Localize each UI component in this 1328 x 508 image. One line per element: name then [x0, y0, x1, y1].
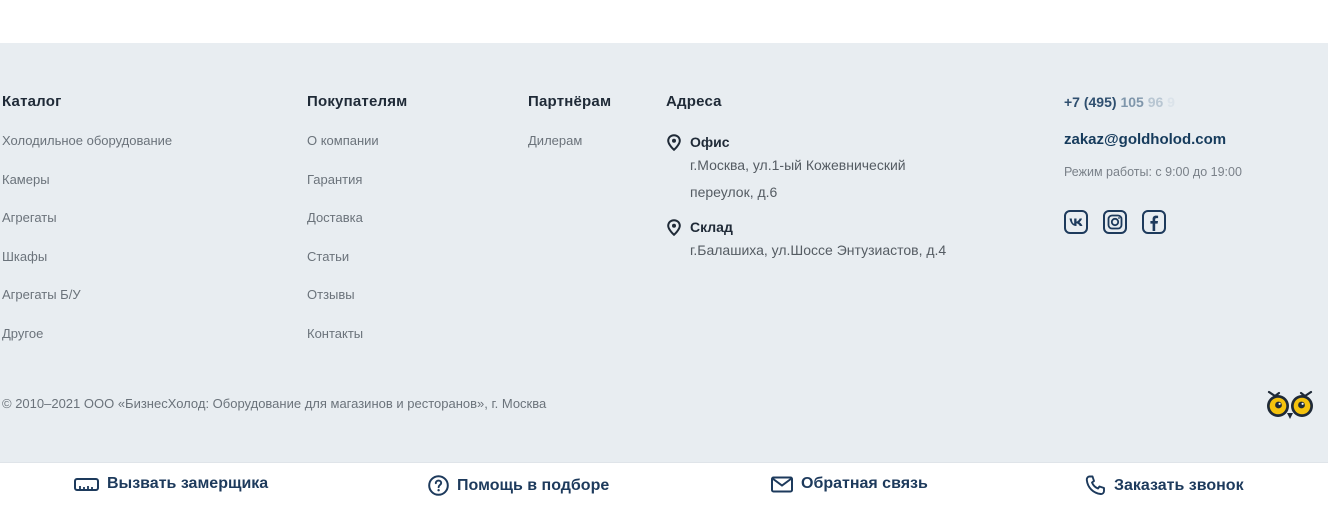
- partners-link-dealers[interactable]: Дилерам: [528, 132, 611, 171]
- office-address-line1: г.Москва, ул.1-ый Кожевнический: [690, 157, 906, 173]
- addresses-heading: Адреса: [666, 93, 722, 110]
- office-label: Офис: [690, 134, 730, 150]
- phone-part: 9: [1167, 94, 1175, 110]
- ruler-icon: [74, 478, 99, 491]
- bottom-action-bar: Вызвать замерщика Помощь в подборе Обрат…: [0, 462, 1328, 508]
- location-pin-icon: [667, 134, 681, 151]
- buyers-link-articles[interactable]: Статьи: [307, 248, 407, 287]
- feedback-label: Обратная связь: [801, 475, 928, 492]
- footer-column-buyers: Покупателям О компании Гарантия Доставка…: [307, 93, 407, 363]
- vk-icon[interactable]: [1064, 210, 1088, 234]
- buyers-link-warranty[interactable]: Гарантия: [307, 171, 407, 210]
- buyers-link-delivery[interactable]: Доставка: [307, 209, 407, 248]
- instagram-icon[interactable]: [1103, 210, 1127, 234]
- phone-part: +7 (495): [1064, 94, 1117, 110]
- warehouse-label: Склад: [690, 219, 733, 235]
- copyright-text: © 2010–2021 ООО «БизнесХолод: Оборудован…: [2, 396, 547, 411]
- catalog-link-refrigeration[interactable]: Холодильное оборудование: [2, 132, 172, 171]
- envelope-icon: [771, 476, 793, 492]
- catalog-heading: Каталог: [2, 93, 62, 110]
- owl-logo-icon: [1267, 390, 1313, 419]
- site-footer: Каталог Холодильное оборудование Камеры …: [0, 43, 1328, 462]
- feedback-button[interactable]: Обратная связь: [771, 475, 928, 493]
- call-measurer-button[interactable]: Вызвать замерщика: [74, 475, 268, 493]
- catalog-link-used-units[interactable]: Агрегаты Б/У: [2, 286, 172, 325]
- help-selection-button[interactable]: Помощь в подборе: [428, 475, 609, 496]
- phone-part: 96: [1147, 94, 1164, 110]
- warehouse-address-line1: г.Балашиха, ул.Шоссе Энтузиастов, д.4: [690, 242, 947, 258]
- phone-part: 105: [1120, 94, 1144, 110]
- location-pin-icon: [667, 219, 681, 236]
- footer-column-addresses: Адреса Офис г.Москва, ул.1-ый Кожевничес…: [666, 93, 1026, 275]
- partners-heading: Партнёрам: [528, 93, 612, 110]
- phone-number[interactable]: +7 (495) 105 96 9: [1064, 93, 1324, 111]
- call-measurer-label: Вызвать замерщика: [107, 475, 269, 492]
- catalog-link-other[interactable]: Другое: [2, 325, 172, 364]
- social-links: [1064, 210, 1324, 234]
- footer-column-partners: Партнёрам Дилерам: [528, 93, 611, 171]
- order-callback-label: Заказать звонок: [1114, 476, 1244, 494]
- warehouse-address: Склад г.Балашиха, ул.Шоссе Энтузиастов, …: [666, 217, 1026, 264]
- buyers-heading: Покупателям: [307, 93, 408, 110]
- phone-icon: [1085, 475, 1105, 495]
- page-top-area: [0, 0, 1328, 43]
- help-selection-label: Помощь в подборе: [457, 476, 610, 494]
- working-hours: Режим работы: с 9:00 до 19:00: [1064, 165, 1242, 179]
- footer-column-catalog: Каталог Холодильное оборудование Камеры …: [2, 93, 172, 363]
- order-callback-button[interactable]: Заказать звонок: [1085, 475, 1244, 496]
- footer-column-contacts: +7 (495) 105 96 9 zakaz@goldholod.com Ре…: [1064, 93, 1324, 234]
- buyers-link-contacts[interactable]: Контакты: [307, 325, 407, 364]
- buyers-link-reviews[interactable]: Отзывы: [307, 286, 407, 325]
- facebook-icon[interactable]: [1142, 210, 1166, 234]
- catalog-link-cabinets[interactable]: Шкафы: [2, 248, 172, 287]
- buyers-link-about[interactable]: О компании: [307, 132, 407, 171]
- catalog-link-units[interactable]: Агрегаты: [2, 209, 172, 248]
- office-address-line2: переулок, д.6: [690, 184, 778, 200]
- office-address: Офис г.Москва, ул.1-ый Кожевнический пер…: [666, 132, 1026, 206]
- catalog-link-chambers[interactable]: Камеры: [2, 171, 172, 210]
- question-icon: [428, 475, 449, 496]
- email-link[interactable]: zakaz@goldholod.com: [1064, 131, 1324, 148]
